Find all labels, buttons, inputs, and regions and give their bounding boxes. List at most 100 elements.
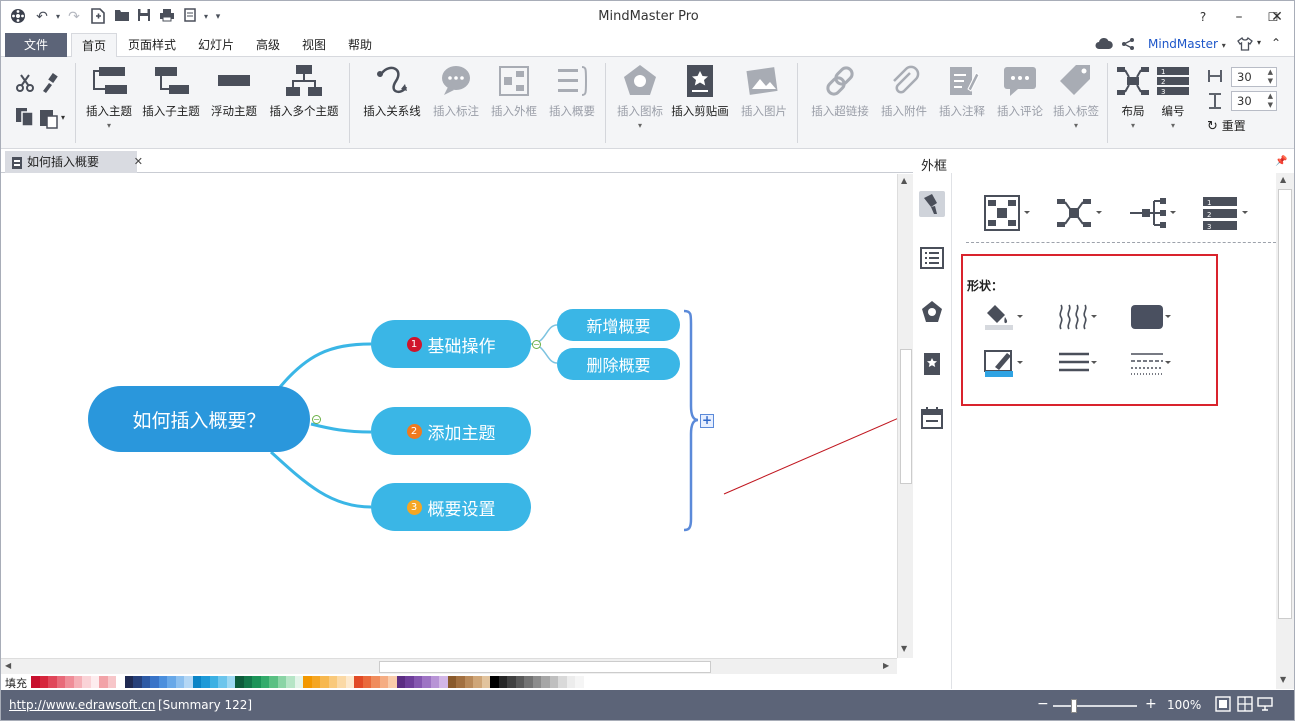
color-swatch[interactable] — [99, 676, 108, 688]
horizontal-scrollbar[interactable]: ◀ ▶ — [1, 658, 897, 674]
insert-attachment-button[interactable]: 插入附件 — [877, 63, 931, 119]
menu-file[interactable]: 文件 — [5, 33, 67, 57]
insert-hyperlink-button[interactable]: 插入超链接 — [807, 63, 873, 119]
spin-arrows-icon[interactable]: ▲ ▼ — [1268, 92, 1273, 110]
panel-scrollbar[interactable]: ▲ ▼ — [1276, 173, 1294, 689]
color-swatch[interactable] — [524, 676, 533, 688]
color-swatch[interactable] — [549, 676, 558, 688]
color-swatch[interactable] — [430, 676, 439, 688]
skin-dropdown-icon[interactable]: ▾ — [1257, 38, 1261, 47]
insert-image-button[interactable]: 插入图片 — [737, 63, 791, 119]
skin-icon[interactable] — [1237, 36, 1253, 55]
topic-node[interactable]: 1 基础操作 — [371, 320, 531, 368]
color-swatch[interactable] — [269, 676, 278, 688]
color-swatch[interactable] — [388, 676, 397, 688]
color-swatch[interactable] — [141, 676, 150, 688]
color-swatch[interactable] — [294, 676, 303, 688]
color-swatch[interactable] — [167, 676, 176, 688]
collapse-toggle-icon[interactable]: − — [532, 340, 541, 349]
color-swatch[interactable] — [566, 676, 575, 688]
color-swatch[interactable] — [82, 676, 91, 688]
ribbon-collapse-icon[interactable]: ⌃ — [1271, 36, 1281, 50]
zoom-slider[interactable] — [1053, 699, 1137, 713]
scroll-up-icon[interactable]: ▲ — [1280, 175, 1286, 184]
color-swatch[interactable] — [354, 676, 363, 688]
color-swatch[interactable] — [498, 676, 507, 688]
insert-note-button[interactable]: 插入注释 — [935, 63, 989, 119]
color-swatch[interactable] — [218, 676, 227, 688]
menu-tab-slides[interactable]: 幻灯片 — [189, 33, 243, 57]
menu-tab-home[interactable]: 首页 — [71, 33, 117, 58]
color-swatch[interactable] — [320, 676, 329, 688]
scrollbar-thumb[interactable] — [900, 349, 912, 484]
scroll-right-icon[interactable]: ▶ — [883, 661, 889, 670]
document-tab[interactable]: 如何插入概要 ✕ — [5, 151, 143, 173]
zoom-out-icon[interactable]: − — [1037, 696, 1049, 712]
clipart-library-icon[interactable] — [919, 351, 945, 377]
color-swatch[interactable] — [532, 676, 541, 688]
close-button[interactable]: ✕ — [1259, 5, 1294, 29]
topic-node[interactable]: 3 概要设置 — [371, 483, 531, 531]
collapse-toggle-icon[interactable]: − — [312, 415, 321, 424]
close-tab-icon[interactable]: ✕ — [134, 151, 143, 173]
fit-page-icon[interactable] — [1215, 696, 1231, 715]
color-swatch[interactable] — [65, 676, 74, 688]
floating-topic-button[interactable]: 浮动主题 — [207, 63, 261, 119]
outline-list-icon[interactable] — [919, 245, 945, 271]
color-swatch[interactable] — [583, 676, 592, 688]
color-swatch[interactable] — [184, 676, 193, 688]
color-swatch[interactable] — [116, 676, 125, 688]
color-swatch[interactable] — [133, 676, 142, 688]
color-swatch[interactable] — [192, 676, 201, 688]
mindmap-canvas[interactable]: − − + 如何插入概要？ 1 基础操作 2 添加主题 3 概要设置 新增概要 … — [1, 174, 897, 658]
line-dash-dropdown[interactable] — [1129, 349, 1171, 382]
format-painter-icon[interactable] — [41, 73, 59, 96]
color-swatch[interactable] — [226, 676, 235, 688]
insert-multiple-topics-button[interactable]: 插入多个主题 — [265, 63, 343, 119]
icon-library-icon[interactable] — [919, 299, 945, 325]
boundary-style-dropdown[interactable] — [984, 195, 1036, 234]
color-swatch[interactable] — [73, 676, 82, 688]
insert-tag-button[interactable]: 插入标签 ▾ — [1049, 63, 1103, 130]
color-swatch[interactable] — [235, 676, 244, 688]
color-swatch[interactable] — [90, 676, 99, 688]
color-swatch[interactable] — [201, 676, 210, 688]
insert-relationship-button[interactable]: 插入关系线 — [359, 63, 425, 119]
website-link[interactable]: http://www.edrawsoft.cn — [9, 698, 155, 712]
color-swatch[interactable] — [107, 676, 116, 688]
scroll-down-icon[interactable]: ▼ — [901, 644, 907, 653]
scroll-left-icon[interactable]: ◀ — [5, 661, 11, 670]
vertical-spacing-input[interactable]: 30 ▲ ▼ — [1231, 91, 1277, 111]
color-swatch[interactable] — [439, 676, 448, 688]
account-menu[interactable]: MindMaster ▾ — [1148, 37, 1226, 51]
add-summary-topic-icon[interactable]: + — [700, 414, 714, 428]
minimize-button[interactable]: – — [1221, 5, 1257, 29]
color-swatch[interactable] — [456, 676, 465, 688]
help-icon[interactable]: ? — [1185, 5, 1221, 29]
zoom-in-icon[interactable]: + — [1145, 696, 1157, 712]
tree-structure-dropdown[interactable] — [1128, 195, 1180, 234]
zoom-slider-handle[interactable] — [1071, 699, 1077, 713]
structure-style-dropdown[interactable] — [1056, 195, 1108, 234]
paste-icon[interactable] — [39, 107, 59, 132]
color-swatch[interactable] — [362, 676, 371, 688]
copy-icon[interactable] — [15, 107, 35, 130]
color-swatch[interactable] — [124, 676, 133, 688]
root-topic[interactable]: 如何插入概要？ — [88, 386, 310, 452]
color-swatch[interactable] — [405, 676, 414, 688]
color-swatch[interactable] — [507, 676, 516, 688]
color-swatch[interactable] — [150, 676, 159, 688]
color-swatch[interactable] — [345, 676, 354, 688]
insert-topic-button[interactable]: 插入主题 ▾ — [83, 63, 135, 130]
color-swatch[interactable] — [422, 676, 431, 688]
color-swatch[interactable] — [541, 676, 550, 688]
color-swatch[interactable] — [473, 676, 482, 688]
vertical-scrollbar[interactable]: ▲ ▼ — [897, 174, 913, 658]
color-swatch[interactable] — [558, 676, 567, 688]
color-swatch[interactable] — [56, 676, 65, 688]
color-swatch[interactable] — [396, 676, 405, 688]
format-brush-icon[interactable] — [919, 191, 945, 217]
color-swatch[interactable] — [413, 676, 422, 688]
scrollbar-thumb[interactable] — [1278, 189, 1292, 619]
numbering-style-dropdown[interactable]: 1 2 3 — [1202, 195, 1254, 234]
